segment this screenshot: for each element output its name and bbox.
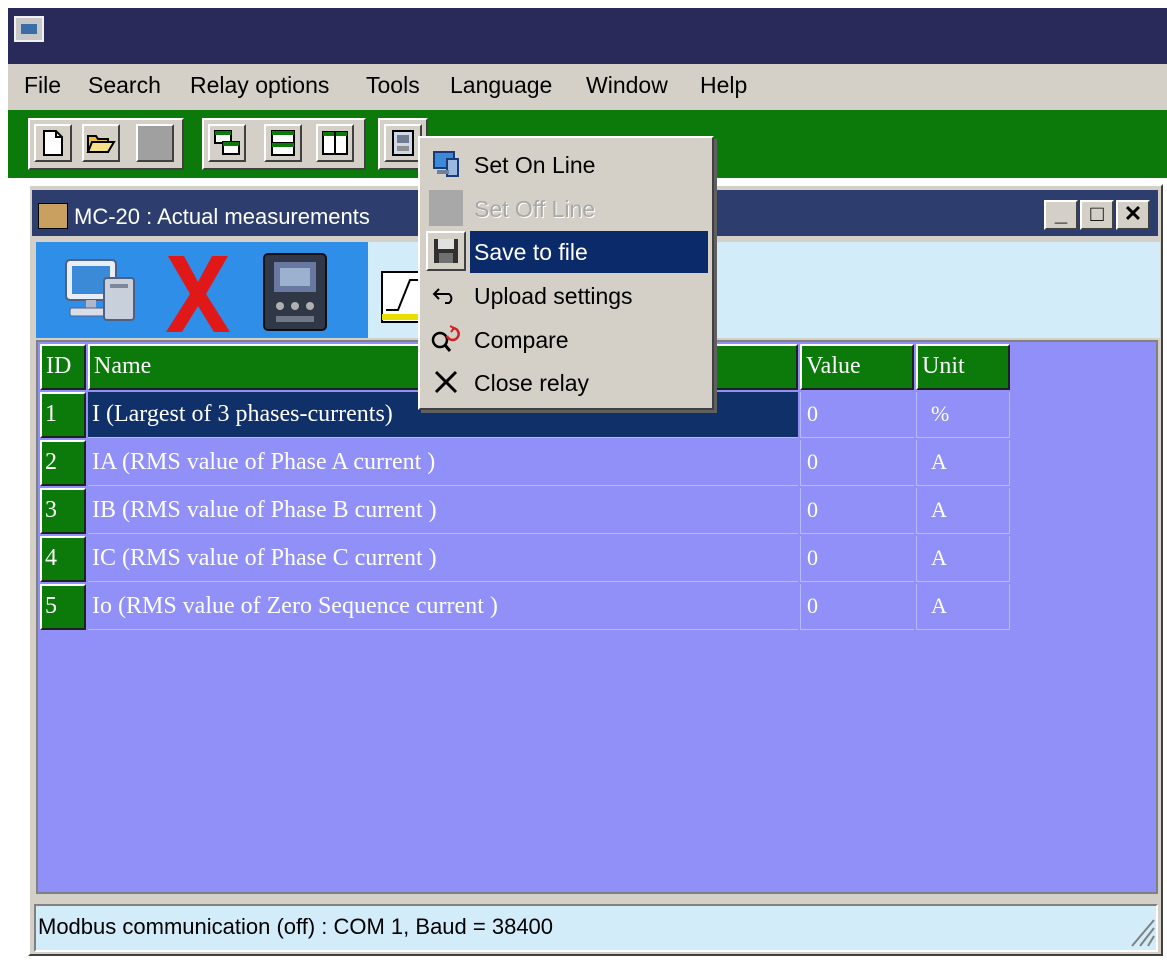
red-x-icon [166,256,230,332]
new-file-button[interactable] [34,124,72,162]
column-header-id[interactable]: ID [40,344,86,390]
menu-item-upload-settings[interactable]: Upload settings [470,275,708,317]
app-icon[interactable] [14,16,44,42]
compare-magnifier-icon [426,319,466,359]
row-name-cell[interactable]: Io (RMS value of Zero Sequence current ) [88,584,798,630]
tile-vertical-button[interactable] [316,124,354,162]
tile-horizontal-button[interactable] [264,124,302,162]
relay-document-icon[interactable] [38,203,68,229]
cascade-icon [214,130,240,155]
row-value-cell[interactable]: 0 [800,392,914,438]
row-unit-cell[interactable]: % [916,392,1010,438]
child-window-title: MC-20 : Actual measurements [74,204,370,229]
resize-grip-icon[interactable] [1126,910,1156,948]
row-id-cell[interactable]: 3 [40,488,86,534]
disabled-button[interactable] [136,124,174,162]
tile-vertical-icon [322,131,348,155]
chart-curve-icon [381,271,421,323]
computer-network-icon [65,259,135,321]
cascade-button[interactable] [208,124,246,162]
menu-item-save-to-file[interactable]: Save to file [470,231,708,273]
chart-button[interactable] [380,270,422,333]
menu-tools[interactable]: Tools [366,72,420,99]
menu-relay-options[interactable]: Relay options [190,72,329,99]
open-folder-icon [86,135,116,153]
relay-device-icon [263,253,327,331]
row-id-cell[interactable]: 1 [40,392,86,438]
undo-arrow-icon [426,275,466,315]
relay-window-button[interactable] [384,124,422,162]
blank-icon [426,188,466,228]
new-file-icon [43,130,63,156]
row-name-cell[interactable]: IB (RMS value of Phase B current ) [88,488,798,534]
row-value-cell[interactable]: 0 [800,488,914,534]
row-id-cell[interactable]: 2 [40,440,86,486]
menu-item-compare[interactable]: Compare [470,319,708,361]
menu-language[interactable]: Language [450,72,552,99]
column-header-unit[interactable]: Unit [916,344,1010,390]
close-button[interactable]: ✕ [1116,200,1150,230]
status-text: Modbus communication (off) : COM 1, Baud… [38,914,554,939]
disconnect-button[interactable] [160,252,236,341]
relay-device-button[interactable] [256,250,336,341]
online-computer-button[interactable] [56,254,142,337]
menu-item-close-relay[interactable]: Close relay [470,362,708,404]
row-unit-cell[interactable]: A [916,584,1010,630]
main-title-bar[interactable] [8,8,1167,64]
row-unit-cell[interactable]: A [916,488,1010,534]
row-name-cell[interactable]: IA (RMS value of Phase A current ) [88,440,798,486]
close-x-icon [426,362,466,402]
row-name-cell[interactable]: IC (RMS value of Phase C current ) [88,536,798,582]
column-header-value[interactable]: Value [800,344,914,390]
maximize-button[interactable]: □ [1080,200,1114,230]
menu-item-set-on-line[interactable]: Set On Line [470,144,708,186]
minimize-button[interactable]: _ [1044,200,1078,230]
row-id-cell[interactable]: 4 [40,536,86,582]
menu-item-set-off-line[interactable]: Set Off Line [470,188,708,230]
row-unit-cell[interactable]: A [916,536,1010,582]
row-value-cell[interactable]: 0 [800,440,914,486]
row-value-cell[interactable]: 0 [800,584,914,630]
menu-search[interactable]: Search [88,72,161,99]
online-computer-icon [426,144,466,184]
relay-window-icon [392,130,414,156]
open-folder-button[interactable] [82,124,120,162]
menu-file[interactable]: File [24,72,61,99]
menu-window[interactable]: Window [586,72,668,99]
menu-help[interactable]: Help [700,72,747,99]
row-value-cell[interactable]: 0 [800,536,914,582]
row-id-cell[interactable]: 5 [40,584,86,630]
tile-horizontal-icon [271,130,295,156]
floppy-disk-icon [426,231,466,271]
row-unit-cell[interactable]: A [916,440,1010,486]
